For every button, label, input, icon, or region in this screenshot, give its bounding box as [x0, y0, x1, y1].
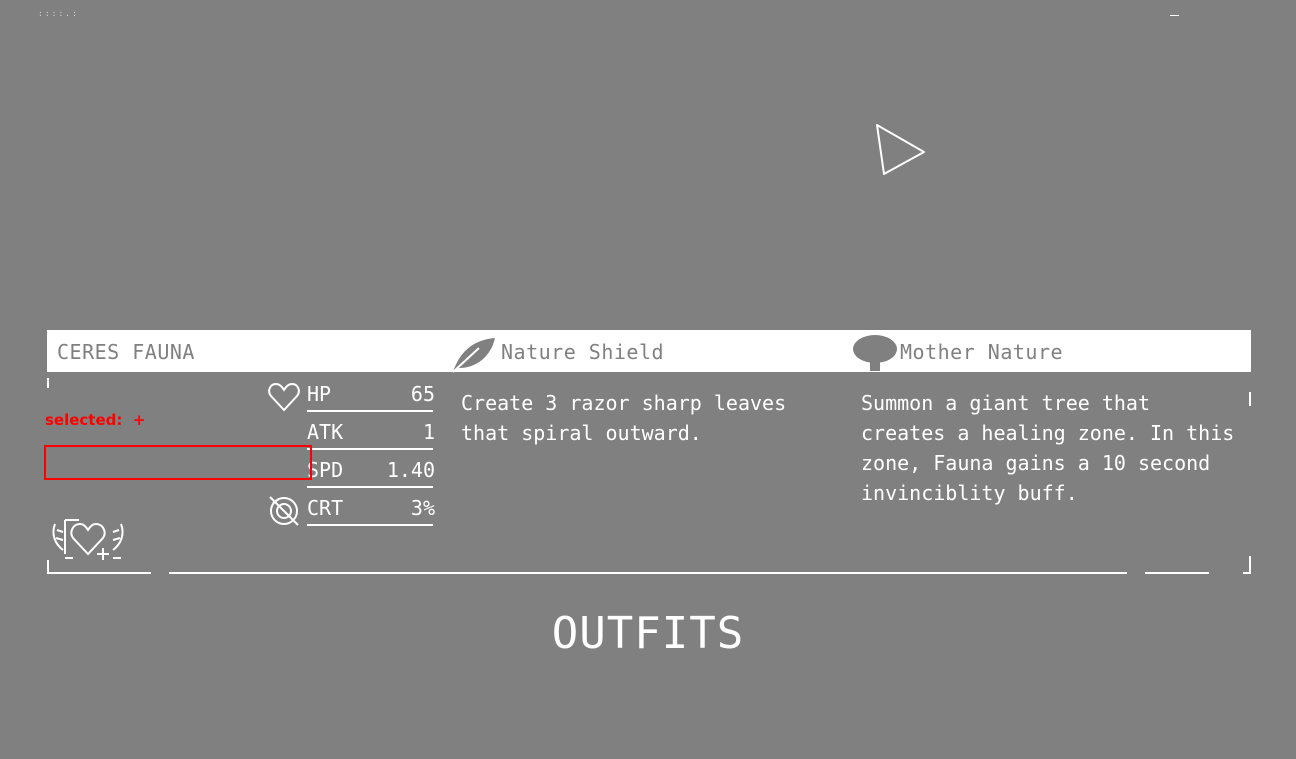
stat-value: 1	[422, 420, 435, 444]
heart-outline-icon	[268, 382, 300, 412]
leaf-icon	[452, 338, 495, 373]
panel-tick	[47, 378, 49, 388]
skill2-description: Summon a giant tree that creates a heali…	[861, 391, 1235, 505]
panel-header: CERES FAUNA Nature Shield Mother Nature	[47, 330, 1251, 373]
stat-row-spd: SPD 1.40	[307, 452, 435, 488]
winged-heart-icon[interactable]	[51, 510, 125, 562]
skill1-description: Create 3 razor sharp leaves that spiral …	[461, 391, 787, 445]
skill2-name: Mother Nature	[900, 340, 1064, 364]
debug-selected-label: selected: +	[45, 411, 146, 429]
stat-value: 3%	[410, 496, 435, 520]
stat-value: 65	[410, 382, 435, 406]
crit-swirl-icon	[269, 496, 299, 526]
stat-label: CRT	[307, 496, 344, 520]
stat-underline	[307, 486, 433, 488]
stat-underline	[307, 410, 433, 412]
panel-bottom-line	[1145, 572, 1209, 574]
stat-row-atk: ATK 1	[307, 414, 435, 450]
skill1-name: Nature Shield	[501, 340, 665, 364]
stat-row-crt: CRT 3%	[307, 490, 435, 526]
top-left-indicator: ::::.:	[38, 9, 79, 18]
stat-label: SPD	[307, 458, 344, 482]
tree-icon	[853, 335, 897, 371]
character-name: CERES FAUNA	[57, 340, 195, 364]
stat-value: 1.40	[386, 458, 435, 482]
panel-tick	[1249, 556, 1251, 572]
stat-underline	[307, 524, 433, 526]
panel-tick	[1249, 392, 1251, 406]
panel-tick	[47, 560, 49, 572]
panel-bottom-line	[47, 572, 151, 574]
stat-underline	[307, 448, 433, 450]
play-cursor-icon	[876, 124, 925, 175]
outfits-button[interactable]: OUTFITS	[0, 608, 1296, 659]
stat-label: HP	[307, 382, 332, 406]
panel-bottom-line	[1243, 572, 1251, 574]
panel-bottom-line	[169, 572, 1127, 574]
top-right-dash	[1170, 15, 1179, 16]
stat-label: ATK	[307, 420, 344, 444]
debug-selection-box	[44, 445, 312, 480]
stat-row-hp: HP 65	[307, 376, 435, 412]
